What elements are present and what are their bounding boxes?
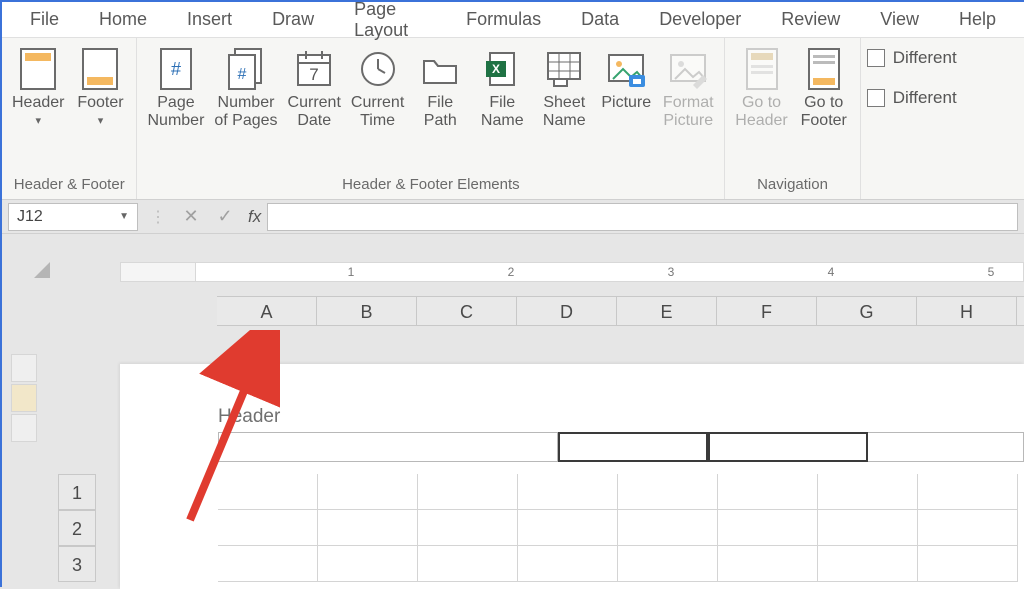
header-center-box[interactable] — [558, 432, 708, 462]
different-first-page-checkbox[interactable]: Different — [867, 48, 957, 68]
select-all-triangle[interactable] — [34, 262, 50, 278]
menu-help[interactable]: Help — [939, 3, 1016, 36]
page-number-icon: # — [155, 48, 197, 90]
column-header[interactable]: E — [617, 297, 717, 325]
svg-text:#: # — [238, 66, 247, 83]
svg-text:7: 7 — [309, 65, 318, 84]
header-button[interactable]: Header ▾ — [8, 44, 68, 127]
chevron-down-icon: ▾ — [98, 114, 104, 127]
fx-icon[interactable]: fx — [242, 207, 267, 227]
menu-bar: File Home Insert Draw Page Layout Formul… — [2, 2, 1024, 38]
clock-icon — [357, 48, 399, 90]
current-date-button[interactable]: 7 Current Date — [284, 44, 345, 131]
sheet-name-button[interactable]: Sheet Name — [534, 44, 594, 131]
file-name-button[interactable]: X File Name — [472, 44, 532, 131]
column-header[interactable]: H — [917, 297, 1017, 325]
menu-home[interactable]: Home — [79, 3, 167, 36]
ribbon-group-navigation: Go to Header Go to Footer Navigation — [725, 38, 860, 199]
column-header[interactable]: F — [717, 297, 817, 325]
different-odd-even-checkbox[interactable]: Different — [867, 88, 957, 108]
menu-data[interactable]: Data — [561, 3, 639, 36]
ribbon-group-label: Navigation — [731, 174, 853, 197]
page-surface: Header — [120, 364, 1024, 589]
svg-text:#: # — [171, 59, 181, 79]
row-headers: 1 2 3 — [58, 474, 96, 582]
calendar-icon: 7 — [293, 48, 335, 90]
worksheet-area: 1 2 3 4 5 A B C D E F G H 1 2 3 Header — [2, 234, 1024, 589]
page-number-button[interactable]: # Page Number — [143, 44, 208, 131]
header-icon — [17, 48, 59, 90]
horizontal-ruler: 1 2 3 4 5 — [120, 262, 1024, 282]
header-right-box[interactable] — [868, 432, 1024, 462]
menu-developer[interactable]: Developer — [639, 3, 761, 36]
go-to-footer-button[interactable]: Go to Footer — [794, 44, 854, 131]
column-header[interactable]: C — [417, 297, 517, 325]
chevron-down-icon: ▾ — [35, 114, 41, 127]
column-header[interactable]: B — [317, 297, 417, 325]
format-picture-icon — [667, 48, 709, 90]
ribbon-group-elements: # Page Number # Number of Pages 7 Curren… — [137, 38, 725, 199]
menu-review[interactable]: Review — [761, 3, 860, 36]
ribbon-group-label: Header & Footer Elements — [143, 174, 718, 197]
header-section-label: Header — [218, 406, 280, 428]
formula-bar-row: J12 ▼ ⋮ ✕ ✓ fx — [2, 200, 1024, 234]
go-to-header-button: Go to Header — [731, 44, 791, 131]
footer-icon — [79, 48, 121, 90]
accept-formula-button[interactable]: ✓ — [208, 206, 242, 227]
name-box[interactable]: J12 ▼ — [8, 203, 138, 231]
cell-grid[interactable] — [218, 474, 1024, 582]
row-header[interactable]: 3 — [58, 546, 96, 582]
sheet-icon — [543, 48, 585, 90]
chevron-down-icon: ▼ — [119, 211, 129, 222]
go-to-header-icon — [741, 48, 783, 90]
ribbon-group-label: Header & Footer — [8, 174, 130, 197]
menu-insert[interactable]: Insert — [167, 3, 252, 36]
menu-formulas[interactable]: Formulas — [446, 3, 561, 36]
file-path-button[interactable]: File Path — [410, 44, 470, 131]
menu-file[interactable]: File — [10, 3, 79, 36]
picture-button[interactable]: Picture — [596, 44, 656, 112]
number-of-pages-button[interactable]: # Number of Pages — [210, 44, 281, 131]
svg-text:X: X — [492, 62, 500, 76]
header-boxes — [218, 432, 1024, 462]
column-header[interactable]: D — [517, 297, 617, 325]
checkbox-icon — [867, 49, 885, 67]
checkbox-icon — [867, 89, 885, 107]
ribbon-group-header-footer: Header ▾ Footer ▾ Header & Footer — [2, 38, 137, 199]
format-picture-button: Format Picture — [658, 44, 718, 131]
menu-view[interactable]: View — [860, 3, 939, 36]
formula-input[interactable] — [267, 203, 1018, 231]
menu-draw[interactable]: Draw — [252, 3, 334, 36]
go-to-footer-icon — [803, 48, 845, 90]
footer-button[interactable]: Footer ▾ — [70, 44, 130, 127]
column-headers: A B C D E F G H — [217, 296, 1024, 326]
vertical-ruler — [11, 354, 37, 444]
column-header[interactable]: G — [817, 297, 917, 325]
row-header[interactable]: 2 — [58, 510, 96, 546]
folder-icon — [419, 48, 461, 90]
column-header[interactable]: A — [217, 297, 317, 325]
cancel-formula-button[interactable]: ✕ — [174, 206, 208, 227]
header-center-box-2[interactable] — [708, 432, 868, 462]
row-header[interactable]: 1 — [58, 474, 96, 510]
current-time-button[interactable]: Current Time — [347, 44, 408, 131]
excel-file-icon: X — [481, 48, 523, 90]
header-left-box[interactable] — [218, 432, 558, 462]
ribbon: Header ▾ Footer ▾ Header & Footer # Page… — [2, 38, 1024, 200]
picture-icon — [605, 48, 647, 90]
ribbon-group-options: Different Different — [861, 38, 963, 199]
number-of-pages-icon: # — [225, 48, 267, 90]
